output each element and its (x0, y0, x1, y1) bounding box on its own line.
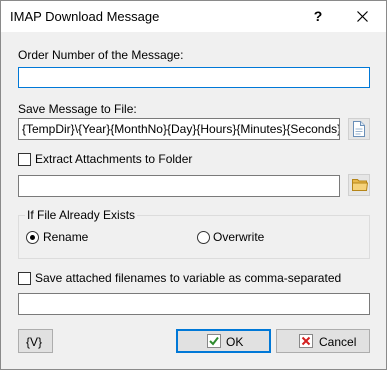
check-icon (207, 334, 221, 348)
overwrite-label: Overwrite (213, 230, 265, 244)
cancel-button-label: Cancel (319, 335, 357, 349)
file-icon (353, 121, 365, 137)
cancel-button[interactable]: Cancel (276, 329, 370, 353)
ok-button[interactable]: OK (176, 329, 271, 353)
cancel-x-icon (299, 334, 313, 348)
save-filenames-label: Save attached filenames to variable as c… (35, 271, 342, 285)
extract-attachments-checkbox[interactable] (18, 153, 31, 166)
rename-radio[interactable] (26, 231, 39, 244)
filenames-variable-input[interactable] (18, 293, 370, 315)
title-bar: IMAP Download Message ? (1, 1, 386, 32)
extract-attachments-label: Extract Attachments to Folder (35, 152, 193, 166)
help-button[interactable]: ? (299, 1, 337, 32)
dialog-title: IMAP Download Message (10, 9, 160, 24)
dialog-window: IMAP Download Message ? Order Number of … (0, 0, 387, 370)
browse-file-button[interactable] (348, 118, 370, 140)
browse-folder-button[interactable] (348, 174, 370, 196)
file-exists-group-title: If File Already Exists (25, 208, 138, 222)
save-file-input[interactable]: {TempDir}\{Year}{MonthNo}{Day}{Hours}{Mi… (18, 118, 340, 140)
variables-button[interactable]: {V} (18, 329, 53, 353)
order-number-input[interactable] (18, 67, 370, 88)
save-file-label: Save Message to File: (18, 102, 137, 116)
save-filenames-checkbox[interactable] (18, 272, 31, 285)
overwrite-radio[interactable] (197, 231, 210, 244)
ok-button-label: OK (226, 335, 244, 349)
close-button[interactable] (344, 1, 382, 32)
rename-label: Rename (43, 230, 89, 244)
variables-button-label: {V} (26, 335, 43, 349)
order-number-label: Order Number of the Message: (18, 48, 184, 62)
rename-radio-dot (30, 235, 35, 240)
extract-folder-input[interactable] (18, 175, 340, 197)
close-icon (357, 11, 368, 22)
folder-icon (352, 179, 368, 191)
